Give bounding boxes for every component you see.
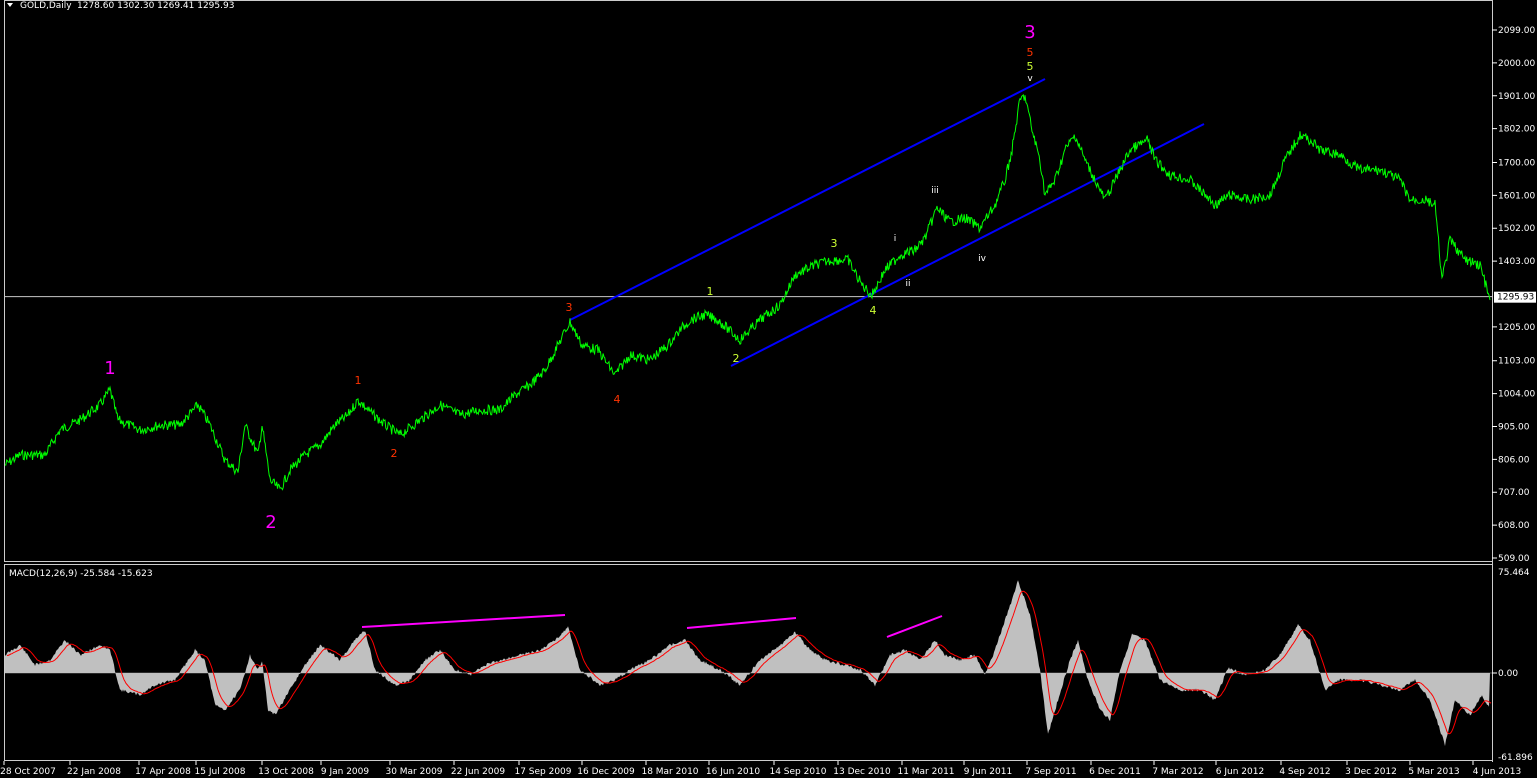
price-tick-label: 1103.00 xyxy=(1498,357,1535,367)
price-tick-label: 2000.00 xyxy=(1498,59,1535,69)
current-price-label: 1295.93 xyxy=(1497,293,1534,303)
time-tick-label: 3 Dec 2012 xyxy=(1345,767,1397,777)
time-tick-label: 9 Jun 2011 xyxy=(964,767,1012,777)
time-tick-label: 22 Jun 2009 xyxy=(451,767,505,777)
price-tick-label: 806.00 xyxy=(1498,455,1530,465)
wave-label-minor: v xyxy=(1027,74,1033,84)
wave-label-cycle: 2 xyxy=(265,512,276,533)
time-tick-label: 4 Jun 2013 xyxy=(1473,767,1521,777)
wave-label-intermediate: 4 xyxy=(870,304,877,317)
wave-label-intermediate: 2 xyxy=(733,352,740,365)
price-tick-label: 1205.00 xyxy=(1498,323,1535,333)
wave-label-minor: iii xyxy=(931,186,939,196)
wave-label-primary: 5 xyxy=(1027,46,1034,59)
time-tick-label: 16 Jun 2010 xyxy=(706,767,760,777)
price-tick-label: 509.00 xyxy=(1498,554,1530,564)
time-tick-label: 18 Mar 2010 xyxy=(641,767,698,777)
time-tick-label: 11 Mar 2011 xyxy=(897,767,954,777)
price-tick-label: 1901.00 xyxy=(1498,92,1535,102)
time-tick-label: 14 Sep 2010 xyxy=(769,767,826,777)
time-tick-label: 9 Jan 2009 xyxy=(321,767,369,777)
time-tick-label: 22 Jan 2008 xyxy=(67,767,121,777)
time-tick-label: 13 Oct 2008 xyxy=(258,767,314,777)
time-tick-label: 7 Sep 2011 xyxy=(1025,767,1076,777)
time-tick-label: 4 Sep 2012 xyxy=(1279,767,1330,777)
wave-label-primary: 1 xyxy=(355,374,362,387)
time-tick-label: 6 Jun 2012 xyxy=(1216,767,1264,777)
price-tick-label: 1004.00 xyxy=(1498,390,1535,400)
price-tick-label: 1700.00 xyxy=(1498,158,1535,168)
time-tick-label: 30 Mar 2009 xyxy=(385,767,442,777)
wave-label-minor: i xyxy=(894,234,897,244)
time-tick-label: 17 Apr 2008 xyxy=(135,767,191,777)
wave-label-intermediate: 1 xyxy=(707,285,714,298)
wave-label-cycle: 3 xyxy=(1024,22,1035,43)
price-tick-label: 707.00 xyxy=(1498,488,1530,498)
time-tick-label: 5 Mar 2013 xyxy=(1408,767,1459,777)
wave-label-intermediate: 5 xyxy=(1027,60,1034,73)
time-tick-label: 15 Jul 2008 xyxy=(195,767,246,777)
time-tick-label: 7 Mar 2012 xyxy=(1152,767,1203,777)
time-tick-label: 13 Dec 2010 xyxy=(833,767,891,777)
time-tick-label: 16 Dec 2009 xyxy=(577,767,635,777)
wave-label-cycle: 1 xyxy=(104,358,115,379)
wave-label-minor: ii xyxy=(905,279,910,289)
price-tick-label: 1802.00 xyxy=(1498,125,1535,135)
macd-label: MACD(12,26,9) -25.584 -15.623 xyxy=(9,569,153,579)
macd-min-label: -61.896 xyxy=(1498,753,1533,763)
wave-label-primary: 3 xyxy=(566,301,573,314)
macd-zero-label: 0.00 xyxy=(1498,669,1518,679)
wave-label-primary: 2 xyxy=(391,447,398,460)
price-tick-label: 1502.00 xyxy=(1498,224,1535,234)
symbol-title: GOLD,Daily xyxy=(20,1,72,11)
macd-max-label: 75.464 xyxy=(1498,568,1530,578)
wave-label-primary: 4 xyxy=(614,393,621,406)
price-tick-label: 1601.00 xyxy=(1498,191,1535,201)
ohlc-values: 1278.60 1302.30 1269.41 1295.93 xyxy=(77,1,234,11)
time-tick-label: 28 Oct 2007 xyxy=(0,767,56,777)
price-tick-label: 608.00 xyxy=(1498,521,1530,531)
price-tick-label: 905.00 xyxy=(1498,422,1530,432)
price-tick-label: 1403.00 xyxy=(1498,257,1535,267)
time-tick-label: 17 Sep 2009 xyxy=(514,767,571,777)
wave-label-intermediate: 3 xyxy=(831,237,838,250)
wave-label-minor: iv xyxy=(978,254,987,264)
gold-daily-chart[interactable]: GOLD,Daily 1278.60 1302.30 1269.41 1295.… xyxy=(0,0,1537,778)
time-tick-label: 6 Dec 2011 xyxy=(1089,767,1141,777)
price-tick-label: 2099.00 xyxy=(1498,26,1535,36)
